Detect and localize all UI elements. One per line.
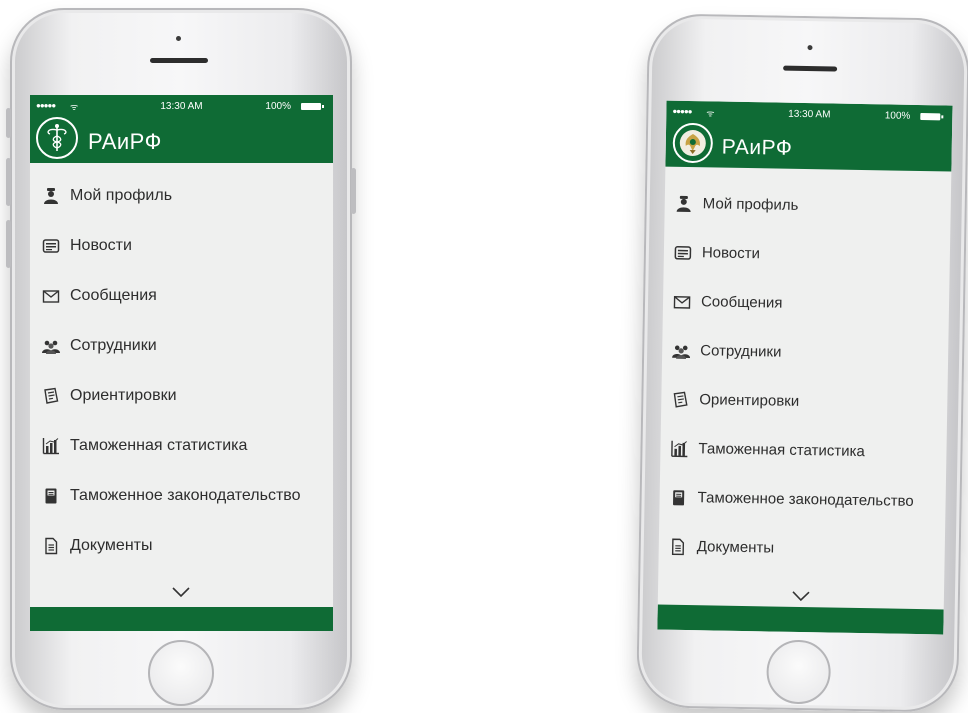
menu-item-news[interactable]: Новости: [30, 221, 333, 271]
menu-item-customs-statistics[interactable]: Таможенная статистика: [660, 424, 947, 478]
earpiece-speaker: [150, 58, 208, 63]
news-icon: [42, 237, 60, 255]
orientation-doc-icon: [42, 387, 60, 405]
menu-item-customs-statistics[interactable]: Таможенная статистика: [30, 421, 333, 471]
menu-item-label: Сообщения: [70, 287, 157, 304]
menu-item-documents[interactable]: Документы: [658, 522, 945, 576]
volume-down-button: [6, 220, 11, 268]
law-book-icon: [669, 488, 687, 506]
battery-icon: [920, 113, 940, 120]
menu-item-label: Ориентировки: [70, 387, 177, 404]
envelope-icon: [42, 287, 60, 305]
front-camera: [176, 36, 181, 41]
power-button: [351, 168, 356, 214]
menu-item-label: Сообщения: [701, 293, 783, 311]
battery-icon: [301, 103, 321, 110]
menu-item-my-profile[interactable]: Мой профиль: [664, 179, 951, 233]
news-icon: [674, 243, 692, 261]
volume-up-button: [6, 158, 11, 206]
app-title: РАиРФ: [88, 129, 162, 155]
fcs-emblem-icon[interactable]: [672, 123, 713, 164]
menu-item-employees[interactable]: Сотрудники: [30, 321, 333, 371]
menu-item-label: Таможенное законодательство: [697, 489, 913, 510]
menu-item-label: Таможенная статистика: [70, 437, 247, 454]
document-icon: [42, 537, 60, 555]
envelope-icon: [673, 292, 691, 310]
menu-item-label: Сотрудники: [700, 342, 782, 360]
menu-item-label: Документы: [697, 538, 775, 556]
mute-switch: [6, 108, 11, 138]
home-button[interactable]: [766, 639, 831, 704]
menu-item-label: Мой профиль: [703, 195, 799, 214]
law-book-icon: [42, 487, 60, 505]
user-officer-icon: [42, 187, 60, 205]
menu-item-orientations[interactable]: Ориентировки: [30, 371, 333, 421]
menu-item-label: Сотрудники: [70, 337, 157, 354]
menu-item-label: Ориентировки: [699, 391, 799, 410]
chevron-down-icon[interactable]: [791, 589, 811, 601]
bar-chart-icon: [42, 437, 60, 455]
menu-item-customs-legislation[interactable]: Таможенное законодательство: [30, 471, 333, 521]
menu-item-label: Таможенная статистика: [698, 440, 865, 460]
menu-item-employees[interactable]: Сотрудники: [662, 326, 949, 380]
menu-item-label: Таможенное законодательство: [70, 487, 301, 504]
menu-item-customs-legislation[interactable]: Таможенное законодательство: [659, 473, 946, 527]
menu-item-label: Новости: [702, 244, 760, 262]
chevron-down-icon[interactable]: [171, 585, 191, 597]
status-bar: ●●●●● ᯤ 13:30 AM 100%: [30, 100, 333, 114]
app-header: ●●●●● ᯤ 13:30 AM 100% РАиРФ: [665, 101, 952, 172]
app-screen: ●●●●● ᯤ 13:30 AM 100% РАиРФ: [657, 101, 952, 635]
battery-percent: 100%: [265, 101, 291, 112]
phone-mockup-right: ●●●●● ᯤ 13:30 AM 100% РАиРФ: [636, 13, 968, 713]
menu-item-label: Мой профиль: [70, 187, 172, 204]
user-officer-icon: [675, 194, 693, 212]
employees-icon: [42, 337, 60, 355]
menu-item-news[interactable]: Новости: [663, 228, 950, 282]
app-footer: [657, 605, 943, 635]
menu-item-label: Документы: [70, 537, 152, 554]
menu-item-orientations[interactable]: Ориентировки: [661, 375, 948, 429]
employees-icon: [672, 341, 690, 359]
customs-emblem-icon[interactable]: [36, 117, 78, 159]
app-footer: [30, 607, 333, 631]
main-menu: Мой профиль Новости Сообщения Сотрудники: [658, 167, 951, 576]
battery-percent: 100%: [885, 110, 911, 121]
earpiece-speaker: [783, 66, 837, 72]
document-icon: [669, 537, 687, 555]
menu-item-documents[interactable]: Документы: [30, 521, 333, 571]
app-screen: ●●●●● ᯤ 13:30 AM 100% РАиРФ: [30, 95, 333, 631]
front-camera: [807, 45, 812, 50]
menu-item-label: Новости: [70, 237, 132, 254]
main-menu: Мой профиль Новости Сообщения Сотрудники: [30, 163, 333, 571]
orientation-doc-icon: [671, 390, 689, 408]
app-title: РАиРФ: [722, 136, 793, 161]
app-header: ●●●●● ᯤ 13:30 AM 100% РАиРФ: [30, 95, 333, 163]
bar-chart-icon: [670, 439, 688, 457]
status-bar: ●●●●● ᯤ 13:30 AM 100%: [666, 106, 952, 125]
home-button[interactable]: [148, 640, 214, 706]
menu-item-my-profile[interactable]: Мой профиль: [30, 171, 333, 221]
menu-item-messages[interactable]: Сообщения: [30, 271, 333, 321]
menu-item-messages[interactable]: Сообщения: [663, 277, 950, 331]
phone-mockup-left: ●●●●● ᯤ 13:30 AM 100% РАиРФ: [10, 8, 352, 710]
